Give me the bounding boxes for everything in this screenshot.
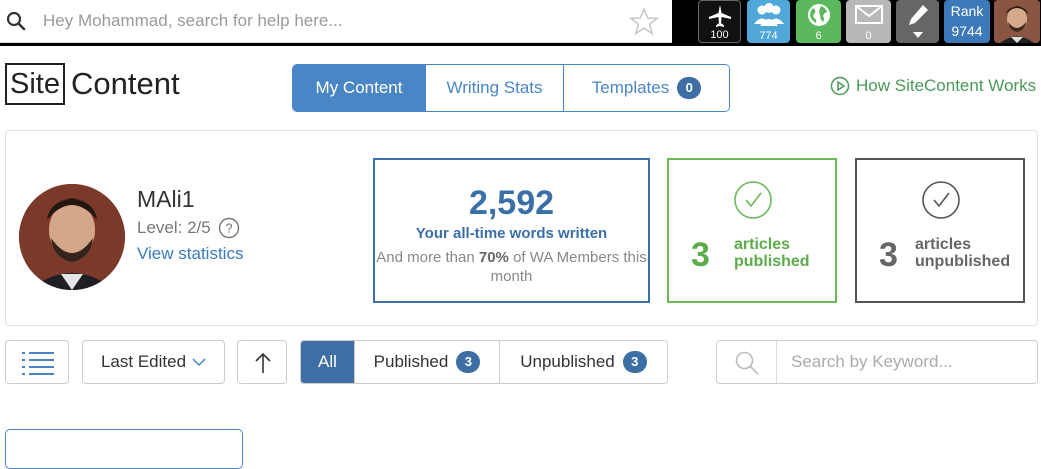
words-count: 2,592 bbox=[468, 184, 555, 222]
users-button[interactable]: 774 bbox=[747, 0, 790, 43]
words-sub-prefix: And more than bbox=[376, 249, 475, 266]
unpublished-card[interactable]: 3 articles unpublished bbox=[855, 158, 1025, 303]
logo-text: Content bbox=[70, 66, 180, 101]
filter-unpublished[interactable]: Unpublished 3 bbox=[500, 341, 667, 383]
filter-all-label: All bbox=[318, 352, 337, 371]
play-circle-icon bbox=[830, 76, 850, 96]
mail-count: 0 bbox=[865, 30, 872, 42]
unpublished-count: 3 bbox=[879, 236, 898, 274]
arrow-up-icon bbox=[255, 352, 271, 373]
rank-label: Rank bbox=[950, 3, 984, 19]
templates-count-badge: 0 bbox=[677, 77, 702, 99]
words-comparison: And more than 70% of WA Members this mon… bbox=[375, 248, 648, 286]
top-bar: 100 774 6 0 Rank 9744 bbox=[0, 0, 1041, 46]
logo-box-text: Site bbox=[5, 63, 65, 105]
list-icon bbox=[22, 352, 54, 375]
mail-button[interactable]: 0 bbox=[846, 0, 891, 43]
check-circle-icon bbox=[734, 181, 772, 219]
published-label: articles published bbox=[734, 236, 810, 270]
sitecontent-logo[interactable]: Site Content bbox=[5, 63, 180, 105]
help-icon[interactable]: ? bbox=[218, 217, 240, 239]
list-view-button[interactable] bbox=[5, 340, 69, 384]
how-it-works-label: How SiteContent Works bbox=[856, 76, 1037, 95]
svg-text:?: ? bbox=[225, 221, 232, 236]
profile-username: MAli1 bbox=[137, 186, 195, 212]
search-icon[interactable] bbox=[734, 350, 760, 376]
filter-published[interactable]: Published 3 bbox=[355, 341, 500, 383]
user-avatar-menu[interactable] bbox=[994, 0, 1040, 43]
tab-templates-label: Templates bbox=[591, 78, 670, 97]
globe-button[interactable]: 6 bbox=[796, 0, 841, 43]
sort-dropdown-label: Last Edited bbox=[100, 352, 187, 371]
profile-level-text: Level: 2/5 bbox=[137, 218, 211, 237]
star-icon[interactable] bbox=[628, 6, 660, 38]
check-circle-icon bbox=[922, 181, 960, 219]
sort-direction-button[interactable] bbox=[237, 340, 287, 384]
words-sub-suffix: of WA Members this month bbox=[490, 249, 647, 285]
filter-published-label: Published bbox=[373, 352, 449, 371]
tab-my-content[interactable]: My Content bbox=[293, 65, 426, 111]
main-tabs: My Content Writing Stats Templates 0 bbox=[292, 64, 730, 112]
help-search-input[interactable] bbox=[38, 1, 616, 41]
unpublished-label: articles unpublished bbox=[915, 236, 1011, 270]
rank-value: 9744 bbox=[951, 23, 983, 39]
published-card[interactable]: 3 articles published bbox=[667, 158, 837, 303]
tab-templates[interactable]: Templates 0 bbox=[564, 65, 729, 111]
words-sub-percent: 70% bbox=[478, 249, 509, 266]
pen-icon bbox=[908, 5, 928, 25]
globe-icon bbox=[807, 4, 830, 26]
status-filter-group: All Published 3 Unpublished 3 bbox=[300, 340, 668, 384]
filter-unpublished-label: Unpublished bbox=[520, 352, 615, 371]
filter-all[interactable]: All bbox=[301, 341, 355, 383]
view-statistics-link[interactable]: View statistics bbox=[137, 244, 243, 264]
chevron-down-icon bbox=[192, 357, 206, 366]
profile-avatar bbox=[19, 184, 125, 290]
mail-icon bbox=[854, 5, 883, 24]
globe-count: 6 bbox=[815, 30, 822, 42]
avatar bbox=[994, 0, 1040, 43]
users-count: 774 bbox=[759, 30, 778, 42]
words-written-card[interactable]: 2,592 Your all-time words written And mo… bbox=[373, 158, 650, 303]
pen-button[interactable] bbox=[896, 0, 939, 43]
sort-dropdown[interactable]: Last Edited bbox=[82, 340, 225, 384]
profile-summary-panel: MAli1 Level: 2/5 ? View statistics 2,592… bbox=[5, 130, 1038, 326]
search-icon[interactable] bbox=[6, 11, 26, 31]
keyword-search-icon-wrap bbox=[717, 341, 777, 383]
how-it-works-link[interactable]: How SiteContent Works bbox=[830, 76, 1036, 96]
words-label: Your all-time words written bbox=[415, 225, 608, 242]
unpublished-count-badge: 3 bbox=[622, 351, 647, 373]
content-card[interactable] bbox=[5, 429, 243, 469]
users-icon bbox=[753, 3, 784, 26]
tab-writing-stats-label: Writing Stats bbox=[446, 78, 543, 97]
published-count: 3 bbox=[691, 236, 710, 274]
help-search-bar bbox=[0, 0, 672, 43]
plane-icon bbox=[708, 5, 731, 27]
plane-count: 100 bbox=[710, 29, 729, 41]
chevron-down-icon bbox=[912, 32, 923, 38]
published-count-badge: 3 bbox=[456, 351, 481, 373]
keyword-search-input[interactable] bbox=[778, 341, 1036, 383]
tab-writing-stats[interactable]: Writing Stats bbox=[426, 65, 564, 111]
profile-level: Level: 2/5 ? bbox=[137, 217, 240, 239]
keyword-search bbox=[716, 340, 1038, 384]
tab-my-content-label: My Content bbox=[315, 78, 403, 97]
plane-button[interactable]: 100 bbox=[698, 0, 741, 43]
rank-button[interactable]: Rank 9744 bbox=[944, 0, 990, 43]
